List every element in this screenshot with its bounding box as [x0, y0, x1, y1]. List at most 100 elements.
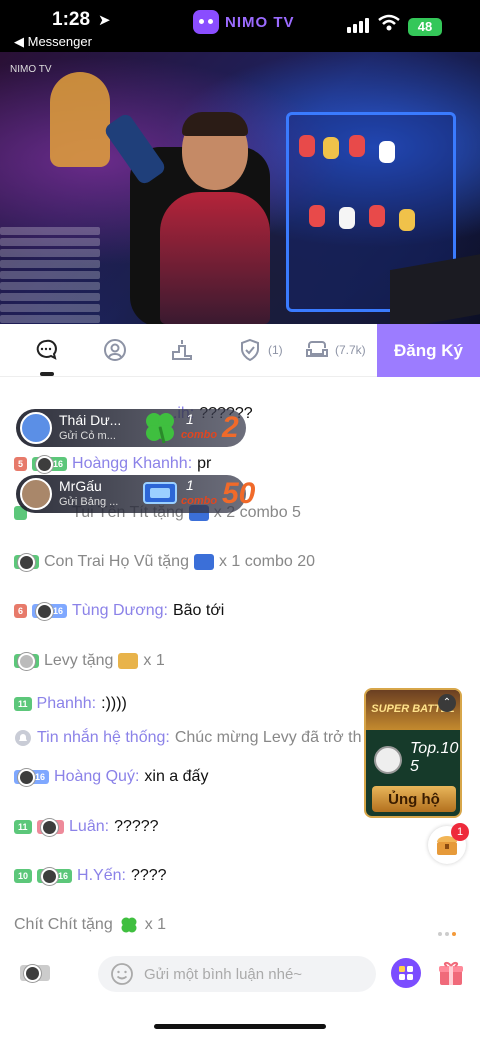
carousel-dots [438, 932, 456, 936]
battle-rank: Top.10 5 [410, 740, 459, 775]
gift-combo-text: x 1 combo 20 [218, 553, 316, 570]
gift-box-icon[interactable] [436, 958, 466, 988]
system-message: Tin nhắn hệ thống: Chúc mừng Levy đã trở… [14, 729, 361, 747]
bell-icon [15, 730, 31, 746]
home-indicator [154, 1024, 326, 1029]
avatar [18, 553, 35, 571]
level-badge: 5 [14, 457, 28, 471]
comment-input[interactable] [144, 965, 364, 983]
room-tab-bar: (1) (7.7k) Đăng Ký [0, 324, 480, 377]
fan-badge [14, 553, 39, 571]
video-watermark: NIMO TV [10, 64, 52, 75]
chat-message: Chít Chít tặng x 1 [14, 914, 166, 936]
cellular-signal-icon [347, 18, 369, 33]
chat-username[interactable]: Hoàngg Khanhh: [72, 455, 192, 473]
apps-button[interactable] [391, 958, 421, 988]
gift-sender[interactable]: Levy tặng [44, 652, 113, 670]
banner-quantity: 1 [186, 477, 194, 493]
chat-message: 5 16 Hoàngg Khanhh: pr [14, 455, 211, 473]
location-arrow-icon: ➤ [98, 12, 111, 29]
chat-message: Levy tặng x 1 [14, 652, 165, 670]
banner-quantity: 1 [186, 411, 194, 427]
super-battle-widget[interactable]: SUPER BATTLE ⌃ Top.10 5 Ủng hộ [364, 688, 462, 818]
gift-sender[interactable]: Chít Chít tặng [14, 916, 113, 934]
chat-username[interactable]: Phanhh: [37, 695, 97, 713]
comment-input-wrapper[interactable] [98, 956, 376, 992]
chat-username[interactable]: H.Yến: [77, 867, 126, 885]
chat-message: 6 16 Tùng Dương: Bão tới [14, 602, 224, 620]
tab-profile[interactable] [103, 336, 127, 364]
combo-count: 2 [222, 411, 239, 444]
avatar [18, 652, 35, 670]
gift-sender[interactable]: Con Trai Họ Vũ tặng [44, 553, 189, 571]
trophy-gift-icon [118, 653, 139, 669]
back-to-messenger-link[interactable]: ◀ Messenger [14, 34, 92, 50]
fan-badge: 16 [32, 455, 68, 473]
level-badge: 6 [14, 604, 28, 618]
avatar [24, 964, 41, 982]
chat-username[interactable]: Hoàng Quý: [54, 768, 139, 786]
fan-badge: 16 [14, 768, 50, 786]
gift-combo-text: x 1 [143, 652, 165, 669]
battery-indicator: 48 [408, 18, 442, 36]
tab-viewers[interactable]: (7.7k) [305, 336, 366, 364]
chat-username[interactable]: Tùng Dương: [72, 602, 168, 620]
chat-text: :)))) [101, 695, 127, 712]
tab-ranking[interactable] [170, 336, 194, 364]
chat-text: xin a đấy [144, 768, 209, 785]
stream-chat-overlay [0, 224, 120, 324]
chat-username[interactable]: Luân: [69, 818, 109, 836]
active-tab-indicator [40, 372, 54, 376]
chat-message: 11 Luân: ????? [14, 818, 159, 836]
chat-message: 11 Phanhh: :)))) [14, 695, 127, 713]
banner-gift-text: Gửi Bảng ... [59, 496, 119, 508]
shield-check-icon [241, 338, 259, 362]
chat-message: Con Trai Họ Vũ tặng x 1 combo 20 [14, 553, 315, 571]
tab-chat[interactable] [34, 336, 58, 364]
avatar [41, 867, 59, 885]
level-badge: 11 [14, 697, 32, 711]
support-button[interactable]: Ủng hộ [372, 786, 456, 812]
nimo-logo: NIMO TV [193, 10, 295, 34]
notification-badge: 1 [451, 823, 469, 841]
avatar [18, 768, 35, 786]
chat-bubble-icon [36, 339, 57, 360]
system-label: Tin nhắn hệ thống: [37, 729, 170, 746]
banner-gift-text: Gửi Cỏ m... [59, 430, 116, 442]
avatar[interactable] [20, 412, 52, 444]
fan-badge: 16 [37, 867, 73, 885]
subscribe-button[interactable]: Đăng Ký [377, 324, 480, 377]
avatar [36, 602, 54, 620]
avatar [374, 746, 402, 774]
status-bar: 1:28 ➤ ◀ Messenger NIMO TV 48 [0, 0, 480, 52]
combo-count: 50 [222, 477, 256, 510]
level-badge: 11 [14, 820, 32, 834]
chat-text: ????? [114, 818, 159, 835]
tab-fans[interactable]: (1) [238, 336, 283, 364]
sofa-icon [306, 341, 328, 357]
user-fan-badge[interactable] [20, 964, 51, 982]
ticket-gift-icon [193, 554, 214, 570]
clover-gift-icon [146, 413, 174, 444]
chat-composer [0, 948, 480, 1000]
banner-combo-label: combo [181, 429, 218, 441]
chat-text: ???? [130, 867, 167, 884]
avatar [36, 455, 54, 473]
nimo-mascot-icon [193, 10, 219, 34]
avatar[interactable] [20, 478, 52, 510]
banner-username: Thái Dư... [59, 412, 122, 428]
chat-text: Bão tới [172, 602, 225, 619]
level-badge: 10 [14, 869, 33, 883]
grid-icon [399, 966, 413, 980]
fan-badge: 16 [32, 602, 68, 620]
avatar [40, 818, 58, 836]
emoji-icon[interactable] [110, 962, 134, 986]
collapse-icon[interactable]: ⌃ [438, 694, 456, 712]
clock: 1:28 [52, 9, 91, 30]
gift-combo-text: x 1 [144, 916, 167, 933]
chat-message: 10 16 H.Yến: ???? [14, 867, 167, 885]
wifi-icon [378, 14, 400, 31]
banner-username: MrGấu [59, 478, 102, 494]
live-video-player[interactable]: NIMO TV [0, 52, 480, 324]
viewers-count: (7.7k) [335, 343, 366, 357]
